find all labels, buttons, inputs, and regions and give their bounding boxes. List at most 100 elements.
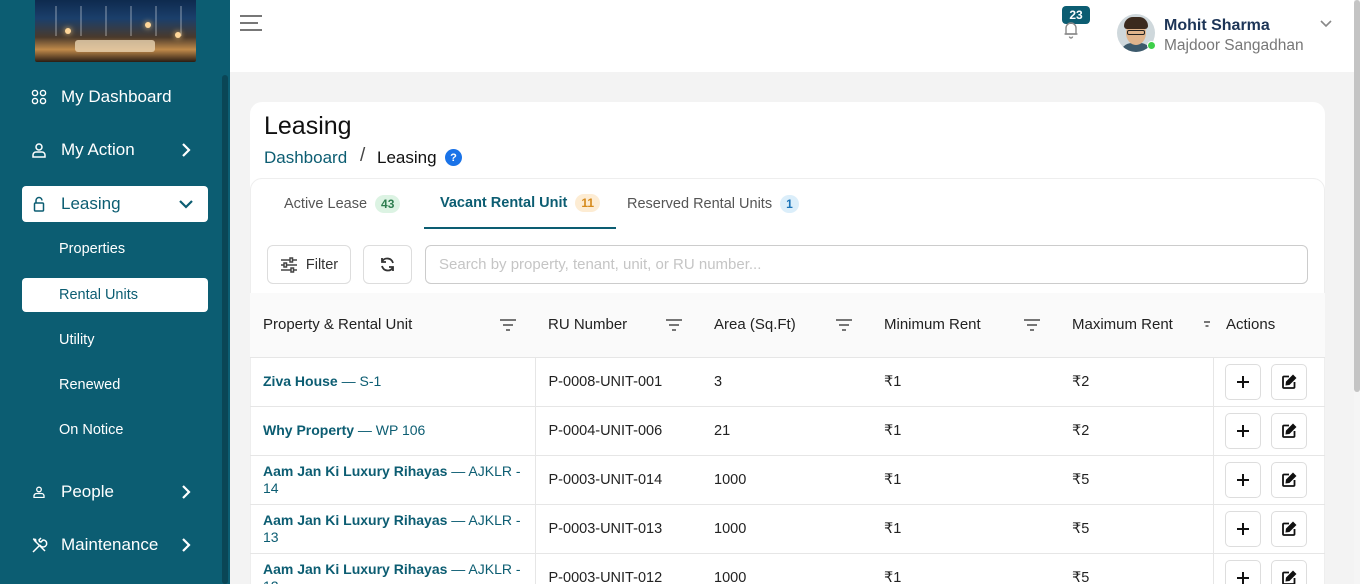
- column-header-actions: Actions: [1213, 293, 1325, 358]
- sidebar-item-maintenance[interactable]: Maintenance: [22, 527, 208, 563]
- table-row[interactable]: Aam Jan Ki Luxury Rihayas — AJKLR - 12 P…: [250, 553, 1325, 584]
- lock-icon: [30, 195, 48, 213]
- property-name[interactable]: Ziva House: [263, 373, 338, 389]
- sidebar-item-my-action[interactable]: My Action: [22, 132, 208, 168]
- tab-active-lease[interactable]: Active Lease 43: [284, 179, 401, 229]
- refresh-button[interactable]: [363, 245, 412, 284]
- edit-icon: [1281, 374, 1296, 389]
- property-name[interactable]: Aam Jan Ki Luxury Rihayas: [263, 512, 447, 528]
- sidebar-subitem-properties[interactable]: Properties: [22, 232, 208, 266]
- chevron-down-icon[interactable]: [1318, 16, 1336, 34]
- count-badge: 43: [375, 195, 401, 213]
- top-bar: 23 Mohit Sharma Majdoor Sangadhan: [230, 0, 1354, 72]
- edit-icon: [1281, 521, 1296, 536]
- add-button[interactable]: [1224, 510, 1261, 547]
- edit-icon: [1281, 570, 1296, 584]
- area-cell: 3: [714, 373, 723, 390]
- bell-icon[interactable]: [1060, 18, 1082, 40]
- chevron-right-icon: [176, 482, 196, 502]
- breadcrumb-current: Leasing: [377, 148, 437, 167]
- property-cell[interactable]: Aam Jan Ki Luxury Rihayas — AJKLR - 13: [250, 504, 536, 553]
- count-badge: 11: [575, 194, 600, 212]
- add-button[interactable]: [1224, 559, 1261, 584]
- property-cell[interactable]: Aam Jan Ki Luxury Rihayas — AJKLR - 12: [250, 553, 536, 584]
- sort-icon[interactable]: [1023, 318, 1041, 332]
- sidebar-subitem-label: On Notice: [59, 422, 124, 438]
- edit-icon: [1281, 472, 1296, 487]
- table-row[interactable]: Aam Jan Ki Luxury Rihayas — AJKLR - 13 P…: [250, 504, 1325, 553]
- page-title: Leasing: [264, 112, 352, 140]
- sidebar-subitem-on-notice[interactable]: On Notice: [22, 413, 208, 447]
- search-input[interactable]: [425, 245, 1308, 284]
- rental-unit-name[interactable]: — WP 106: [354, 422, 425, 438]
- maximum-rent-cell: ₹5: [1072, 569, 1090, 584]
- rental-unit-name[interactable]: — S-1: [338, 373, 382, 389]
- property-name[interactable]: Aam Jan Ki Luxury Rihayas: [263, 463, 447, 479]
- edit-button[interactable]: [1270, 559, 1307, 584]
- table-header-row: Property & Rental Unit RU Number Area (S…: [250, 293, 1325, 358]
- sort-icon[interactable]: [1203, 318, 1211, 332]
- tools-icon: [30, 536, 48, 554]
- page-scrollbar[interactable]: [1354, 0, 1360, 584]
- column-header-property: Property & Rental Unit: [250, 293, 535, 358]
- table-row[interactable]: Aam Jan Ki Luxury Rihayas — AJKLR - 14 P…: [250, 455, 1325, 504]
- edit-button[interactable]: [1270, 461, 1307, 498]
- sort-icon[interactable]: [835, 318, 853, 332]
- sidebar: My Dashboard My Action Leasing Propertie…: [0, 0, 230, 584]
- actions-cell: [1212, 406, 1325, 455]
- column-header-maximum-rent: Maximum Rent: [1059, 293, 1213, 358]
- tab-vacant-rental-unit[interactable]: Vacant Rental Unit 11: [424, 179, 616, 229]
- chevron-right-icon: [176, 535, 196, 555]
- help-icon[interactable]: ?: [445, 149, 462, 166]
- user-organization: Majdoor Sangadhan: [1164, 37, 1304, 54]
- sidebar-item-people[interactable]: People: [22, 474, 208, 510]
- leasing-card: Leasing Dashboard / Leasing ? Active Lea…: [250, 102, 1325, 584]
- add-button[interactable]: [1224, 461, 1261, 498]
- online-status-indicator: [1147, 41, 1156, 50]
- minimum-rent-cell: ₹1: [884, 422, 902, 439]
- plus-icon: [1236, 473, 1249, 486]
- sidebar-item-label: People: [61, 482, 114, 501]
- sidebar-item-label: My Action: [61, 140, 135, 159]
- add-button[interactable]: [1224, 412, 1261, 449]
- sort-icon[interactable]: [665, 318, 683, 332]
- table-row[interactable]: Ziva House — S-1 P-0008-UNIT-001 3 ₹1 ₹2: [250, 357, 1325, 406]
- sidebar-item-label: My Dashboard: [61, 87, 172, 106]
- actions-cell: [1212, 504, 1325, 553]
- sidebar-item-leasing[interactable]: Leasing: [22, 186, 208, 222]
- sidebar-subitem-renewed[interactable]: Renewed: [22, 368, 208, 402]
- edit-button[interactable]: [1270, 510, 1307, 547]
- sidebar-subitem-rental-units[interactable]: Rental Units: [22, 278, 208, 312]
- area-cell: 1000: [714, 471, 747, 488]
- property-cell[interactable]: Aam Jan Ki Luxury Rihayas — AJKLR - 14: [250, 455, 536, 504]
- property-cell[interactable]: Why Property — WP 106: [250, 406, 536, 455]
- property-name[interactable]: Aam Jan Ki Luxury Rihayas: [263, 561, 447, 577]
- sidebar-subitem-label: Properties: [59, 241, 126, 257]
- sidebar-item-my-dashboard[interactable]: My Dashboard: [22, 79, 208, 115]
- sidebar-scrollbar[interactable]: [222, 75, 228, 584]
- plus-icon: [1236, 424, 1249, 437]
- sidebar-subitem-label: Utility: [59, 332, 95, 348]
- add-button[interactable]: [1224, 363, 1261, 400]
- column-header-minimum-rent: Minimum Rent: [871, 293, 1059, 358]
- edit-button[interactable]: [1270, 412, 1307, 449]
- plus-icon: [1236, 571, 1249, 584]
- breadcrumb-dashboard-link[interactable]: Dashboard: [264, 148, 347, 168]
- tab-reserved-rental-units[interactable]: Reserved Rental Units 1: [627, 179, 799, 229]
- chevron-right-icon: [176, 140, 196, 160]
- maximum-rent-cell: ₹5: [1072, 471, 1090, 488]
- sidebar-item-label: Leasing: [61, 194, 121, 213]
- dashboard-icon: [30, 88, 48, 106]
- column-header-area: Area (Sq.Ft): [701, 293, 871, 358]
- sidebar-subitem-label: Renewed: [59, 377, 121, 393]
- sidebar-subitem-utility[interactable]: Utility: [22, 323, 208, 357]
- property-cell[interactable]: Ziva House — S-1: [250, 357, 536, 406]
- user-name: Mohit Sharma: [1164, 17, 1270, 34]
- edit-button[interactable]: [1270, 363, 1307, 400]
- menu-toggle-icon[interactable]: [240, 12, 262, 34]
- table-row[interactable]: Why Property — WP 106 P-0004-UNIT-006 21…: [250, 406, 1325, 455]
- filter-button-label: Filter: [305, 256, 339, 273]
- filter-button[interactable]: Filter: [267, 245, 351, 284]
- sort-icon[interactable]: [499, 318, 517, 332]
- property-name[interactable]: Why Property: [263, 422, 354, 438]
